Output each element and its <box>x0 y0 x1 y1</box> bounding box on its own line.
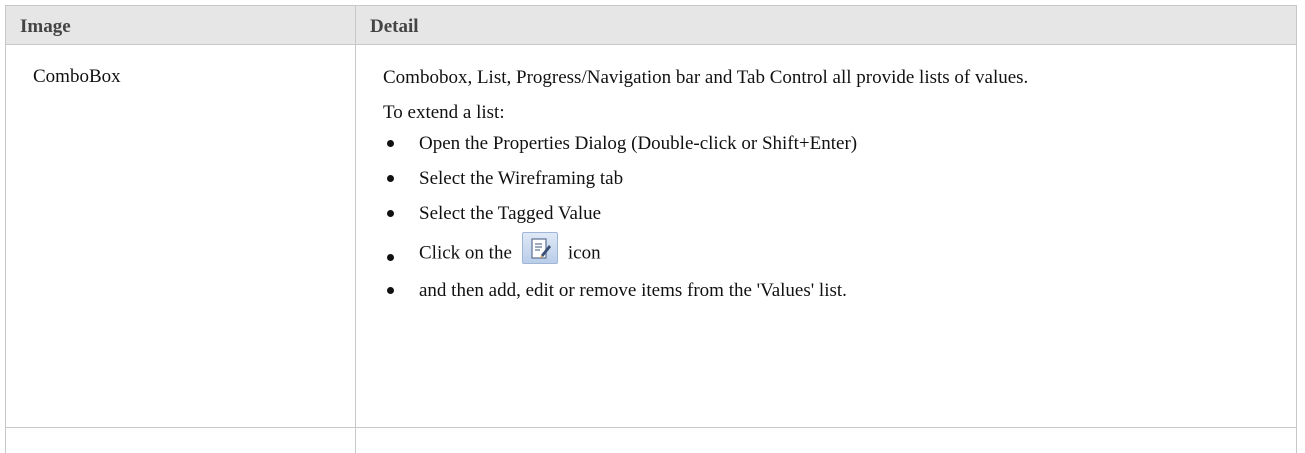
column-divider <box>355 6 356 453</box>
row-divider <box>6 427 1296 428</box>
bullet-icon <box>387 287 394 294</box>
bullet-icon <box>387 140 394 147</box>
list-item-text: and then add, edit or remove items from … <box>419 280 847 301</box>
list-item: Open the Properties Dialog (Double-click… <box>383 131 1243 156</box>
list-item: Click on the icon <box>383 232 1243 268</box>
list-item-text: Select the Tagged Value <box>419 203 602 224</box>
detail-description: Combobox, List, Progress/Navigation bar … <box>383 67 1029 88</box>
bullet-icon <box>387 210 394 217</box>
edit-document-icon <box>521 232 558 264</box>
documentation-table: Image Detail ComboBox Combobox, List, Pr… <box>5 5 1297 453</box>
list-item-text-after: icon <box>567 242 601 264</box>
bullet-icon <box>387 254 394 261</box>
list-item-text: Select the Wireframing tab <box>419 168 624 189</box>
list-item-text: Open the Properties Dialog (Double-click… <box>419 133 858 154</box>
header-image: Image <box>20 16 71 37</box>
image-cell-label: ComboBox <box>33 66 121 87</box>
list-item: Select the Wireframing tab <box>383 166 1243 191</box>
list-item: and then add, edit or remove items from … <box>383 278 1243 303</box>
list-item: Select the Tagged Value <box>383 201 1243 226</box>
table-header-row: Image Detail <box>6 6 1296 45</box>
list-item-text-before: Click on the <box>419 242 512 264</box>
detail-cell: Combobox, List, Progress/Navigation bar … <box>383 65 1243 313</box>
instruction-list: Open the Properties Dialog (Double-click… <box>383 131 1243 303</box>
detail-subheading: To extend a list: <box>383 102 505 123</box>
bullet-icon <box>387 175 394 182</box>
header-detail: Detail <box>370 16 419 37</box>
